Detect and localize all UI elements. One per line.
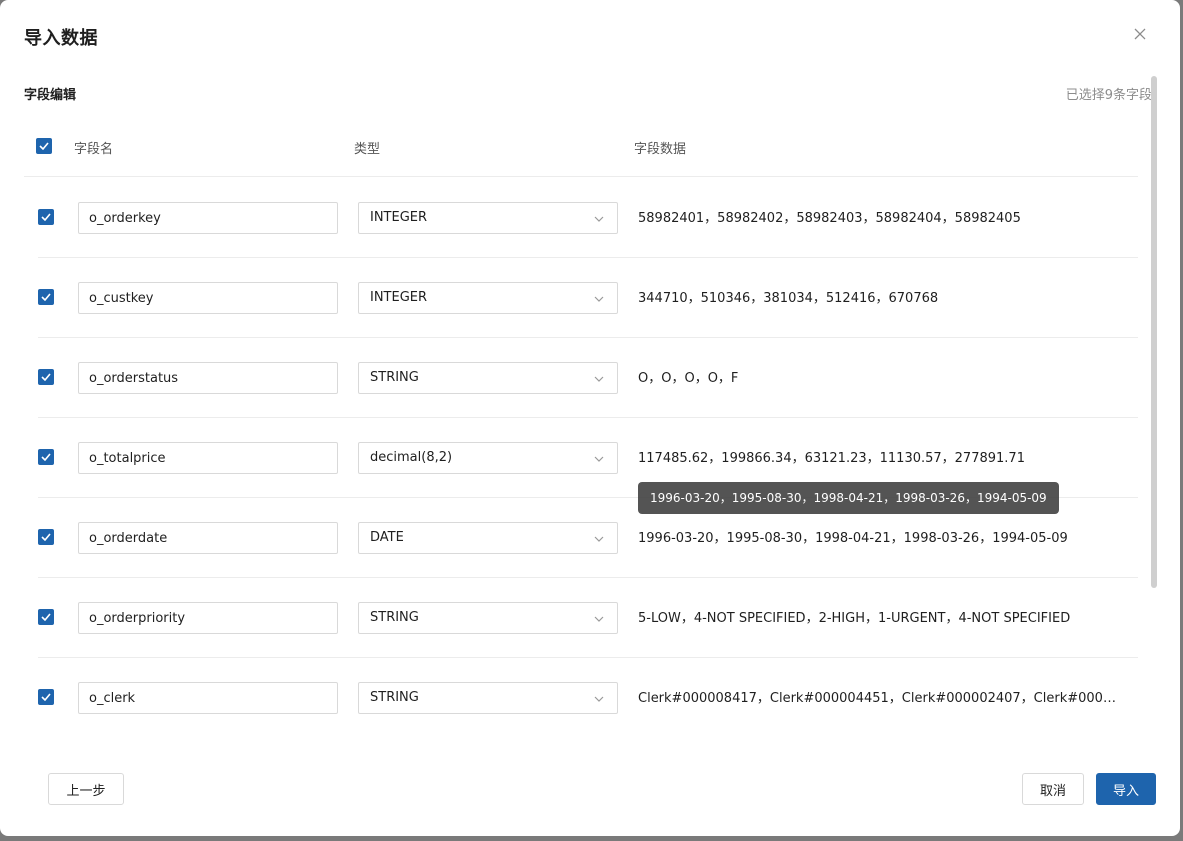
chevron-down-icon (594, 216, 604, 222)
field-sample-data: 5-LOW，4-NOT SPECIFIED，2-HIGH，1-URGENT，4-… (638, 611, 1071, 626)
chevron-down-icon (594, 696, 604, 702)
field-sample-data: 58982401，58982402，58982403，58982404，5898… (638, 211, 1021, 226)
table-row: INTEGER 344710，510346，381034，512416，6707… (38, 257, 1138, 338)
type-select-value: STRING (370, 370, 419, 385)
type-select-value: decimal(8,2) (370, 450, 453, 465)
field-sample-data: 117485.62，199866.34，63121.23，11130.57，27… (638, 451, 1025, 466)
field-name-input[interactable] (78, 522, 338, 554)
field-sample-data: Clerk#000008417，Clerk#000004451，Clerk#00… (638, 691, 1118, 706)
table-row: STRING Clerk#000008417，Clerk#000004451，C… (38, 657, 1138, 737)
chevron-down-icon (594, 536, 604, 542)
close-icon (1134, 28, 1146, 40)
chevron-down-icon (594, 296, 604, 302)
field-sample-data: 1996-03-20，1995-08-30，1998-04-21，1998-03… (638, 531, 1068, 546)
select-all-checkbox[interactable] (36, 138, 52, 154)
chevron-down-icon (594, 456, 604, 462)
field-name-input[interactable] (78, 362, 338, 394)
chevron-down-icon (594, 376, 604, 382)
row-checkbox[interactable] (38, 289, 54, 305)
type-select[interactable]: DATE (358, 522, 618, 554)
type-select[interactable]: STRING (358, 362, 618, 394)
type-select[interactable]: INTEGER (358, 282, 618, 314)
check-icon (41, 213, 51, 221)
table-row: STRING 5-LOW，4-NOT SPECIFIED，2-HIGH，1-UR… (38, 577, 1138, 658)
header-field-name: 字段名 (74, 142, 114, 157)
field-sample-data: 344710，510346，381034，512416，670768 (638, 291, 939, 306)
chevron-down-icon (594, 616, 604, 622)
check-icon (41, 453, 51, 461)
import-data-dialog: 导入数据 字段编辑 已选择9条字段 字段名 类型 字段数据 INTEGER 58… (0, 0, 1180, 836)
type-select-value: STRING (370, 690, 419, 705)
header-type: 类型 (354, 142, 381, 157)
type-select[interactable]: decimal(8,2) (358, 442, 618, 474)
type-select-value: DATE (370, 530, 404, 545)
field-name-input[interactable] (78, 282, 338, 314)
type-select-value: STRING (370, 610, 419, 625)
dialog-title: 导入数据 (24, 28, 98, 49)
row-checkbox[interactable] (38, 209, 54, 225)
type-select[interactable]: INTEGER (358, 202, 618, 234)
type-select-value: INTEGER (370, 210, 428, 225)
field-sample-data: O，O，O，O，F (638, 371, 739, 386)
row-checkbox[interactable] (38, 369, 54, 385)
field-name-input[interactable] (78, 602, 338, 634)
table-header: 字段名 类型 字段数据 (24, 130, 1138, 177)
section-title: 字段编辑 (24, 88, 77, 103)
check-icon (41, 613, 51, 621)
row-checkbox[interactable] (38, 689, 54, 705)
row-checkbox[interactable] (38, 529, 54, 545)
type-select-value: INTEGER (370, 290, 428, 305)
header-field-data: 字段数据 (634, 142, 687, 157)
row-checkbox[interactable] (38, 449, 54, 465)
table-row: INTEGER 58982401，58982402，58982403，58982… (38, 177, 1138, 258)
selected-count: 已选择9条字段 (1065, 88, 1152, 103)
field-name-input[interactable] (78, 202, 338, 234)
check-icon (41, 533, 51, 541)
type-select[interactable]: STRING (358, 602, 618, 634)
check-icon (41, 693, 51, 701)
field-name-input[interactable] (78, 442, 338, 474)
check-icon (41, 293, 51, 301)
previous-step-button[interactable]: 上一步 (48, 773, 124, 805)
type-select[interactable]: STRING (358, 682, 618, 714)
table-row: STRING O，O，O，O，F (38, 337, 1138, 418)
close-button[interactable] (1130, 24, 1150, 44)
check-icon (39, 142, 49, 150)
cancel-button[interactable]: 取消 (1022, 773, 1084, 805)
import-button[interactable]: 导入 (1096, 773, 1156, 805)
scrollbar[interactable] (1151, 76, 1157, 588)
row-checkbox[interactable] (38, 609, 54, 625)
sample-data-tooltip: 1996-03-20，1995-08-30，1998-04-21，1998-03… (638, 482, 1059, 514)
check-icon (41, 373, 51, 381)
field-name-input[interactable] (78, 682, 338, 714)
